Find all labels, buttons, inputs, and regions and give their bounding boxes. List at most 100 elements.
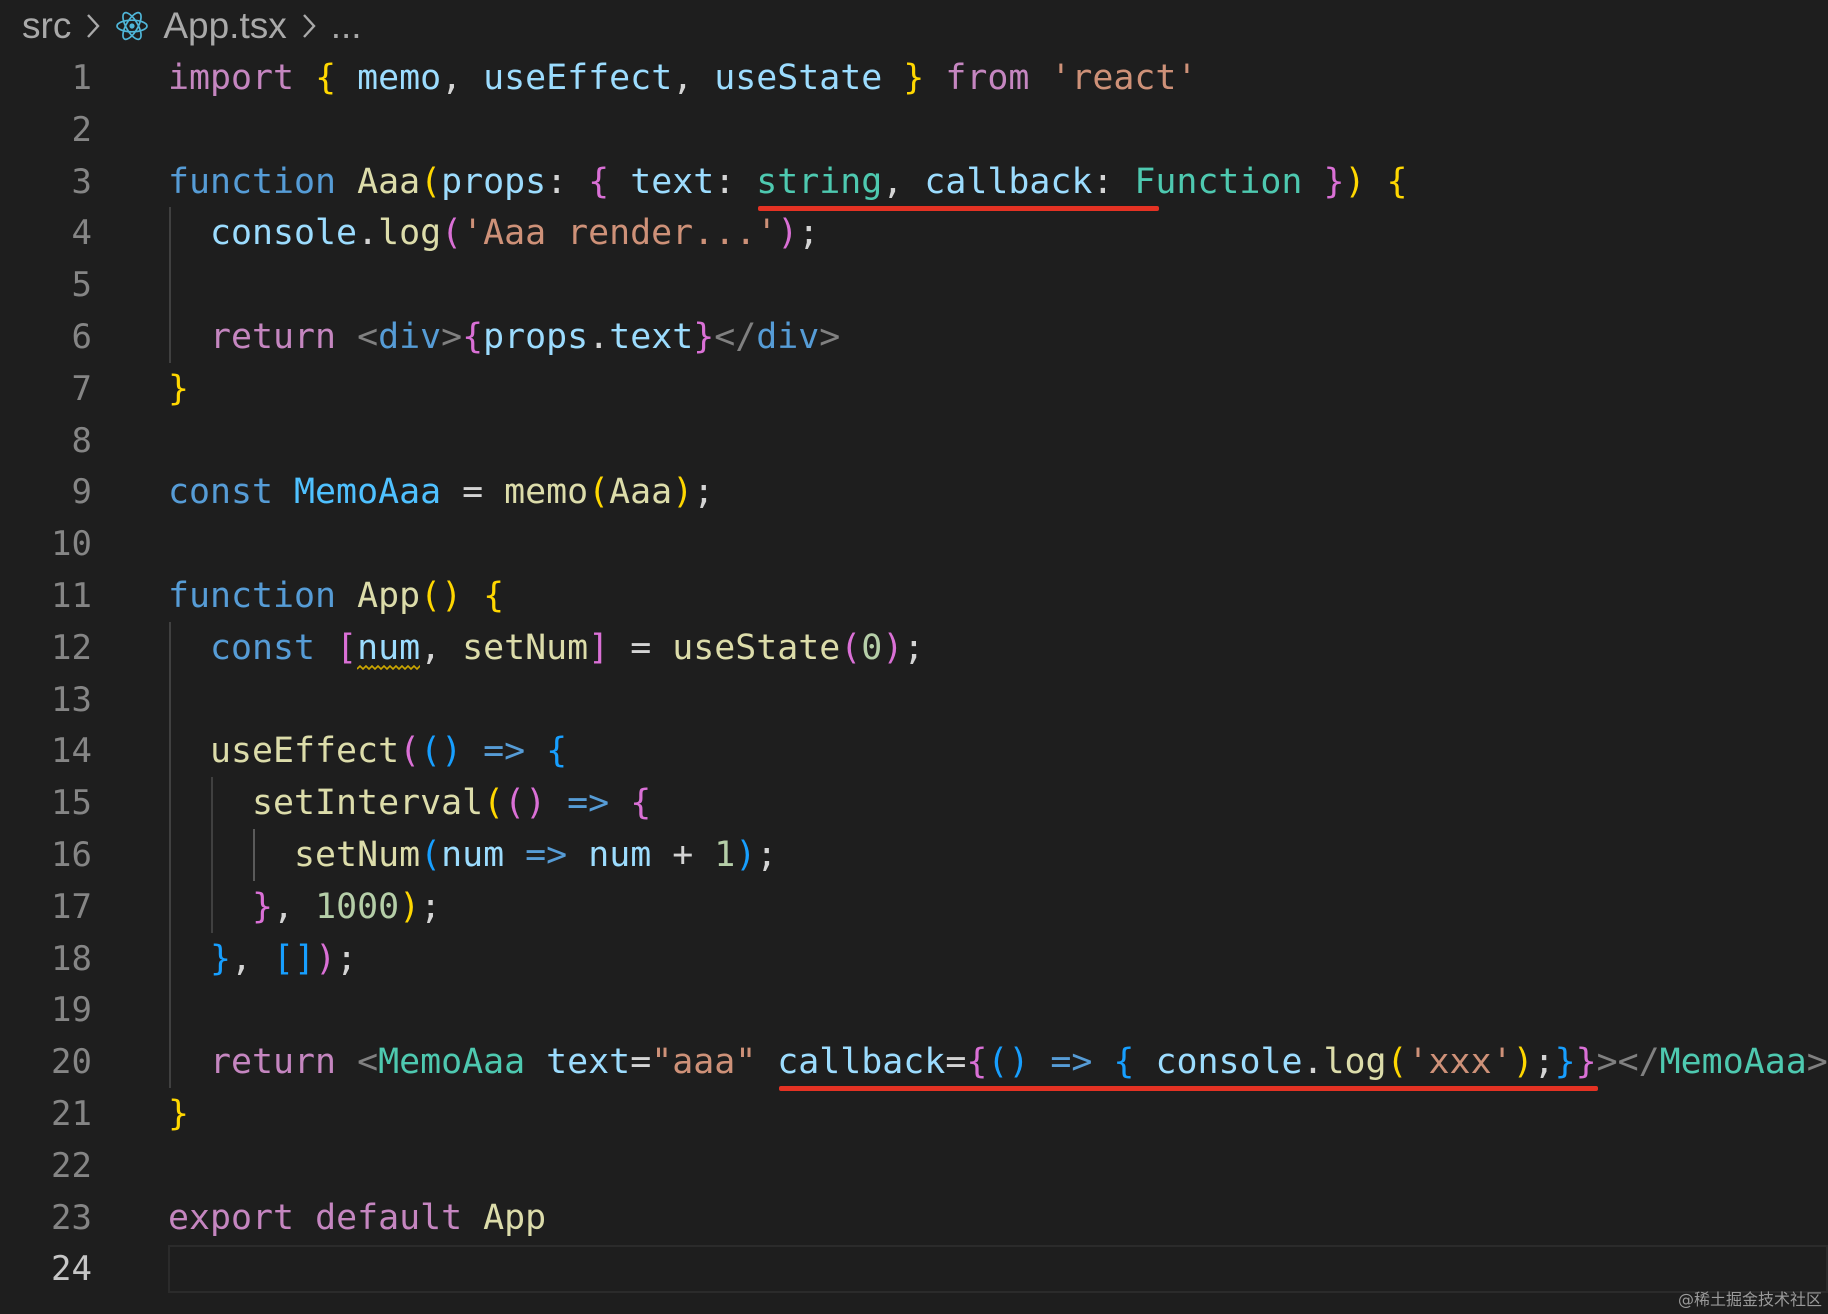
code-token: }: [210, 938, 232, 979]
code-token: text: [546, 1042, 631, 1083]
line-number: 13: [51, 679, 92, 720]
code-token: :: [714, 161, 757, 202]
code-line[interactable]: 18 }, []);: [0, 933, 1828, 985]
code-token: ;: [903, 627, 925, 668]
breadcrumb-symbol[interactable]: ...: [331, 5, 362, 47]
breadcrumb: src App.tsx ...: [0, 0, 1828, 52]
code-line[interactable]: 11 function App() {: [0, 570, 1828, 622]
code-line[interactable]: 14 useEffect(() => {: [0, 725, 1828, 777]
code-token: MemoAaa: [294, 472, 442, 513]
code-text[interactable]: setInterval(() => {: [168, 777, 651, 829]
code-token: =: [609, 627, 673, 668]
code-line[interactable]: 12 const [num, setNum] = useState(0);: [0, 622, 1828, 674]
code-token: div: [756, 317, 820, 357]
code-token: :: [1092, 161, 1135, 202]
code-token: }: [252, 886, 274, 927]
code-token: function: [168, 161, 337, 202]
code-line[interactable]: 5: [0, 259, 1828, 311]
code-line[interactable]: 13: [0, 674, 1828, 726]
code-token: Aaa: [357, 161, 421, 202]
code-text[interactable]: function App() {: [168, 570, 504, 622]
code-token: "aaa": [651, 1042, 757, 1083]
code-token: memo: [504, 472, 589, 513]
code-line[interactable]: 7}: [0, 363, 1828, 415]
code-text[interactable]: const MemoAaa = memo(Aaa);: [168, 466, 714, 518]
code-text[interactable]: console.log('Aaa render...');: [168, 207, 819, 259]
code-line[interactable]: 3 function Aaa(props: { text: string, cal…: [0, 156, 1828, 208]
code-token: App: [357, 576, 421, 616]
code-line[interactable]: 23 export default App: [0, 1192, 1828, 1244]
line-number: 5: [71, 265, 92, 306]
code-token: (: [483, 783, 505, 824]
code-text[interactable]: export default App: [168, 1192, 546, 1244]
code-token: log: [378, 213, 442, 254]
code-text[interactable]: setNum(num => num + 1);: [168, 829, 777, 881]
indent-guide: [169, 621, 171, 1088]
code-text[interactable]: }, 1000);: [168, 881, 441, 933]
code-text[interactable]: }: [168, 363, 189, 415]
line-number: 11: [51, 576, 92, 616]
code-line[interactable]: 17 }, 1000);: [0, 881, 1828, 933]
code-editor[interactable]: 1 import { memo, useEffect, useState } fr…: [0, 52, 1828, 1314]
code-token: text: [630, 161, 715, 202]
code-text[interactable]: }: [168, 1088, 189, 1140]
annotation-underline: [779, 1086, 1599, 1092]
code-text[interactable]: }, []);: [168, 933, 357, 985]
code-token: ): [1344, 161, 1366, 202]
breadcrumb-file[interactable]: App.tsx: [163, 5, 286, 47]
code-token: .: [588, 317, 610, 357]
code-line[interactable]: 20 return <MemoAaa text="aaa" callback={…: [0, 1036, 1828, 1088]
line-number: 4: [71, 213, 92, 254]
code-token: =>: [567, 783, 610, 824]
code-text[interactable]: return <div>{props.text}</div>: [168, 311, 840, 363]
code-token: (): [504, 783, 547, 824]
code-line[interactable]: 10: [0, 518, 1828, 570]
code-line[interactable]: 8: [0, 415, 1828, 467]
code-token: ,: [672, 58, 715, 98]
code-token: useEffect: [483, 58, 673, 98]
code-line[interactable]: 2: [0, 104, 1828, 156]
chevron-right-icon: [301, 6, 317, 46]
code-line[interactable]: 19: [0, 984, 1828, 1036]
code-line[interactable]: 15 setInterval(() => {: [0, 777, 1828, 829]
code-line[interactable]: 24: [0, 1243, 1828, 1295]
code-line[interactable]: 6 return <div>{props.text}</div>: [0, 311, 1828, 363]
breadcrumb-folder[interactable]: src: [22, 5, 71, 47]
line-number: 16: [51, 835, 92, 875]
code-line[interactable]: 9 const MemoAaa = memo(Aaa);: [0, 466, 1828, 518]
code-token: import: [168, 58, 295, 98]
code-line[interactable]: 16 setNum(num => num + 1);: [0, 829, 1828, 881]
code-token: MemoAaa: [378, 1042, 526, 1083]
code-token: useState: [714, 58, 883, 98]
code-token: default: [315, 1197, 463, 1238]
code-text[interactable]: return <MemoAaa text="aaa" callback={() …: [168, 1036, 1828, 1088]
code-text[interactable]: useEffect(() => {: [168, 725, 567, 777]
code-line[interactable]: 21}: [0, 1088, 1828, 1140]
annotation-underline: [758, 205, 1160, 211]
code-token: ,: [420, 627, 463, 668]
code-token: 'Aaa render...': [462, 213, 778, 254]
code-text[interactable]: const [num, setNum] = useState(0);: [168, 622, 924, 674]
code-text[interactable]: function Aaa(props: { text: string, call…: [168, 156, 1408, 208]
code-token: log: [1323, 1042, 1387, 1083]
code-line[interactable]: 1 import { memo, useEffect, useState } fr…: [0, 52, 1828, 104]
code-token: :: [546, 161, 589, 202]
code-token: }: [1323, 161, 1345, 202]
code-token: num: [588, 835, 652, 875]
code-text[interactable]: import { memo, useEffect, useState } fro…: [168, 52, 1197, 104]
code-line[interactable]: 4 console.log('Aaa render...');: [0, 207, 1828, 259]
code-line[interactable]: 22: [0, 1140, 1828, 1192]
